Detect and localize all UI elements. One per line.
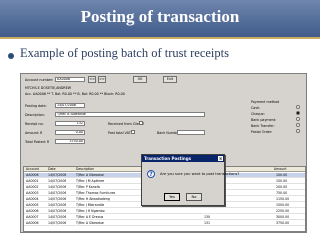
account-field[interactable]: AA0006 [55,77,85,82]
received-from-client-checkbox[interactable] [139,121,143,125]
cell-description: T/Rec J H Ngambo [76,209,105,213]
slide-title: Posting of transaction [80,7,240,26]
post-vat-checkbox[interactable] [131,130,135,134]
cell-account: AA0002 [26,185,39,189]
payment-cash-label: Cash: [251,106,261,110]
cell-account: AA0007 [26,215,39,219]
account-balances: Acc. AA0006 ** T. Bal: R0.00 ** B. Bal: … [25,92,125,96]
embedded-screenshot: Account number: AA0006 << >> OK Exit MTC… [20,73,307,233]
description-label: Description: [25,113,45,117]
cell-description: T/Rec P Kanello [76,185,101,189]
payment-postal-radio[interactable] [296,129,300,133]
yes-button[interactable]: Yes [164,193,180,201]
cell-date: 14/07/2006 [48,221,67,225]
total-posted-field: 3750.00 [55,139,85,144]
prev-account-button[interactable]: << [88,76,96,83]
receipt-label: Receipt no: [25,122,44,126]
posting-date-field[interactable]: 14/07/2006 [55,103,85,108]
account-label: Account number: [25,78,54,82]
payment-cheque-label: Cheque: [251,112,265,116]
cell-date: 14/07/2006 [48,197,67,201]
column-header-date[interactable]: Date [48,167,56,171]
cell-date: 14/07/2006 [48,215,67,219]
cell-amount: 2250.00 [276,209,290,213]
amount-field[interactable]: 0.00 [55,130,85,135]
amount-label: Amount: R [25,131,43,135]
payment-cash-radio[interactable] [296,105,300,109]
post-vat-label: Post total VAT? [108,131,133,135]
payment-cheque-radio[interactable] [296,111,300,115]
cell-receipt: 130 [204,215,211,219]
cell-date: 14/07/2006 [48,203,67,207]
column-header-account[interactable]: Account [26,167,39,171]
confirm-dialog: Transaction Postings × ? Are you sure yo… [141,154,239,206]
cell-account: AA0001 [26,179,39,183]
cell-receipt: 131 [204,221,211,225]
cell-account: AA0006 [26,221,39,225]
no-button[interactable]: No [186,193,202,201]
cell-description: T/Rec J M Apthree [76,179,105,183]
table-row[interactable]: AA0006 14/07/2006 T/Rec J H Ngambo 2250.… [24,209,305,214]
cell-amount: 150.00 [276,179,288,183]
cell-date: 14/07/2006 [48,179,67,183]
cell-amount: 200.00 [276,185,288,189]
cell-account: AA0003 [26,191,39,195]
ok-button[interactable]: OK [133,76,147,83]
cell-description: T/Rec Thomas Furnitures [76,191,116,195]
cell-date: 14/07/2006 [48,209,67,213]
total-posted-label: Total Posted: R [25,140,50,144]
cell-description: T/Rec A E Dreous [76,215,104,219]
cell-description: T/Rec J Mbirandile [76,203,105,207]
payment-method-label: Payment method [251,100,280,104]
cell-date: 14/07/2006 [48,191,67,195]
description-field[interactable]: T/Rec A Sibeadue [55,112,205,117]
table-row[interactable]: AA0007 14/07/2006 T/Rec A E Dreous 130 3… [24,215,305,220]
next-account-button[interactable]: >> [98,76,106,83]
bullet-icon [8,53,14,59]
client-name: MTCHS.E DOSETIE,ANDREW [25,86,72,90]
bank-number-field[interactable] [177,130,205,135]
payment-transfer-radio[interactable] [296,123,300,127]
table-row[interactable]: AA0006 14/07/2006 T/Rec A Sibeadue 131 3… [24,221,305,226]
payment-transfer-label: Bank Transfer: [251,124,275,128]
cell-description: T/Rec H Akwatiadeng [76,197,110,201]
bullet-text: Example of posting batch of trust receip… [20,46,229,60]
exit-button[interactable]: Exit [163,76,177,83]
cell-date: 14/07/2006 [48,173,67,177]
cell-description: T/Rec A Sibeadue [76,173,104,177]
cell-amount: 750.00 [276,191,288,195]
posting-date-label: Posting date: [25,104,47,108]
payment-postal-label: Postal Order: [251,130,273,134]
title-divider [0,37,320,39]
slide-title-bar: Posting of transaction [0,0,320,38]
cell-date: 14/07/2006 [48,185,67,189]
cell-amount: 1500.00 [276,203,290,207]
column-header-description[interactable]: Description [76,167,94,171]
receipt-field[interactable]: 132 [55,121,85,126]
close-icon[interactable]: × [218,156,223,161]
payment-bank-radio[interactable] [296,117,300,121]
dialog-message: Are you sure you want to post transactio… [160,172,240,176]
cell-account: AA0006 [26,173,39,177]
cell-account: AA0006 [26,209,39,213]
column-header-amount[interactable]: Amount [274,167,287,171]
cell-amount: 100.00 [276,173,288,177]
cell-amount: 3750.00 [276,221,290,225]
cell-amount: 3000.00 [276,215,290,219]
cell-account: AA0005 [26,203,39,207]
cell-amount: 1150.00 [276,197,290,201]
cell-account: AA0004 [26,197,39,201]
payment-bank-label: Bank payment: [251,118,277,122]
cell-description: T/Rec A Sibeadue [76,221,104,225]
dialog-title: Transaction Postings [142,155,224,162]
question-icon: ? [147,170,155,178]
